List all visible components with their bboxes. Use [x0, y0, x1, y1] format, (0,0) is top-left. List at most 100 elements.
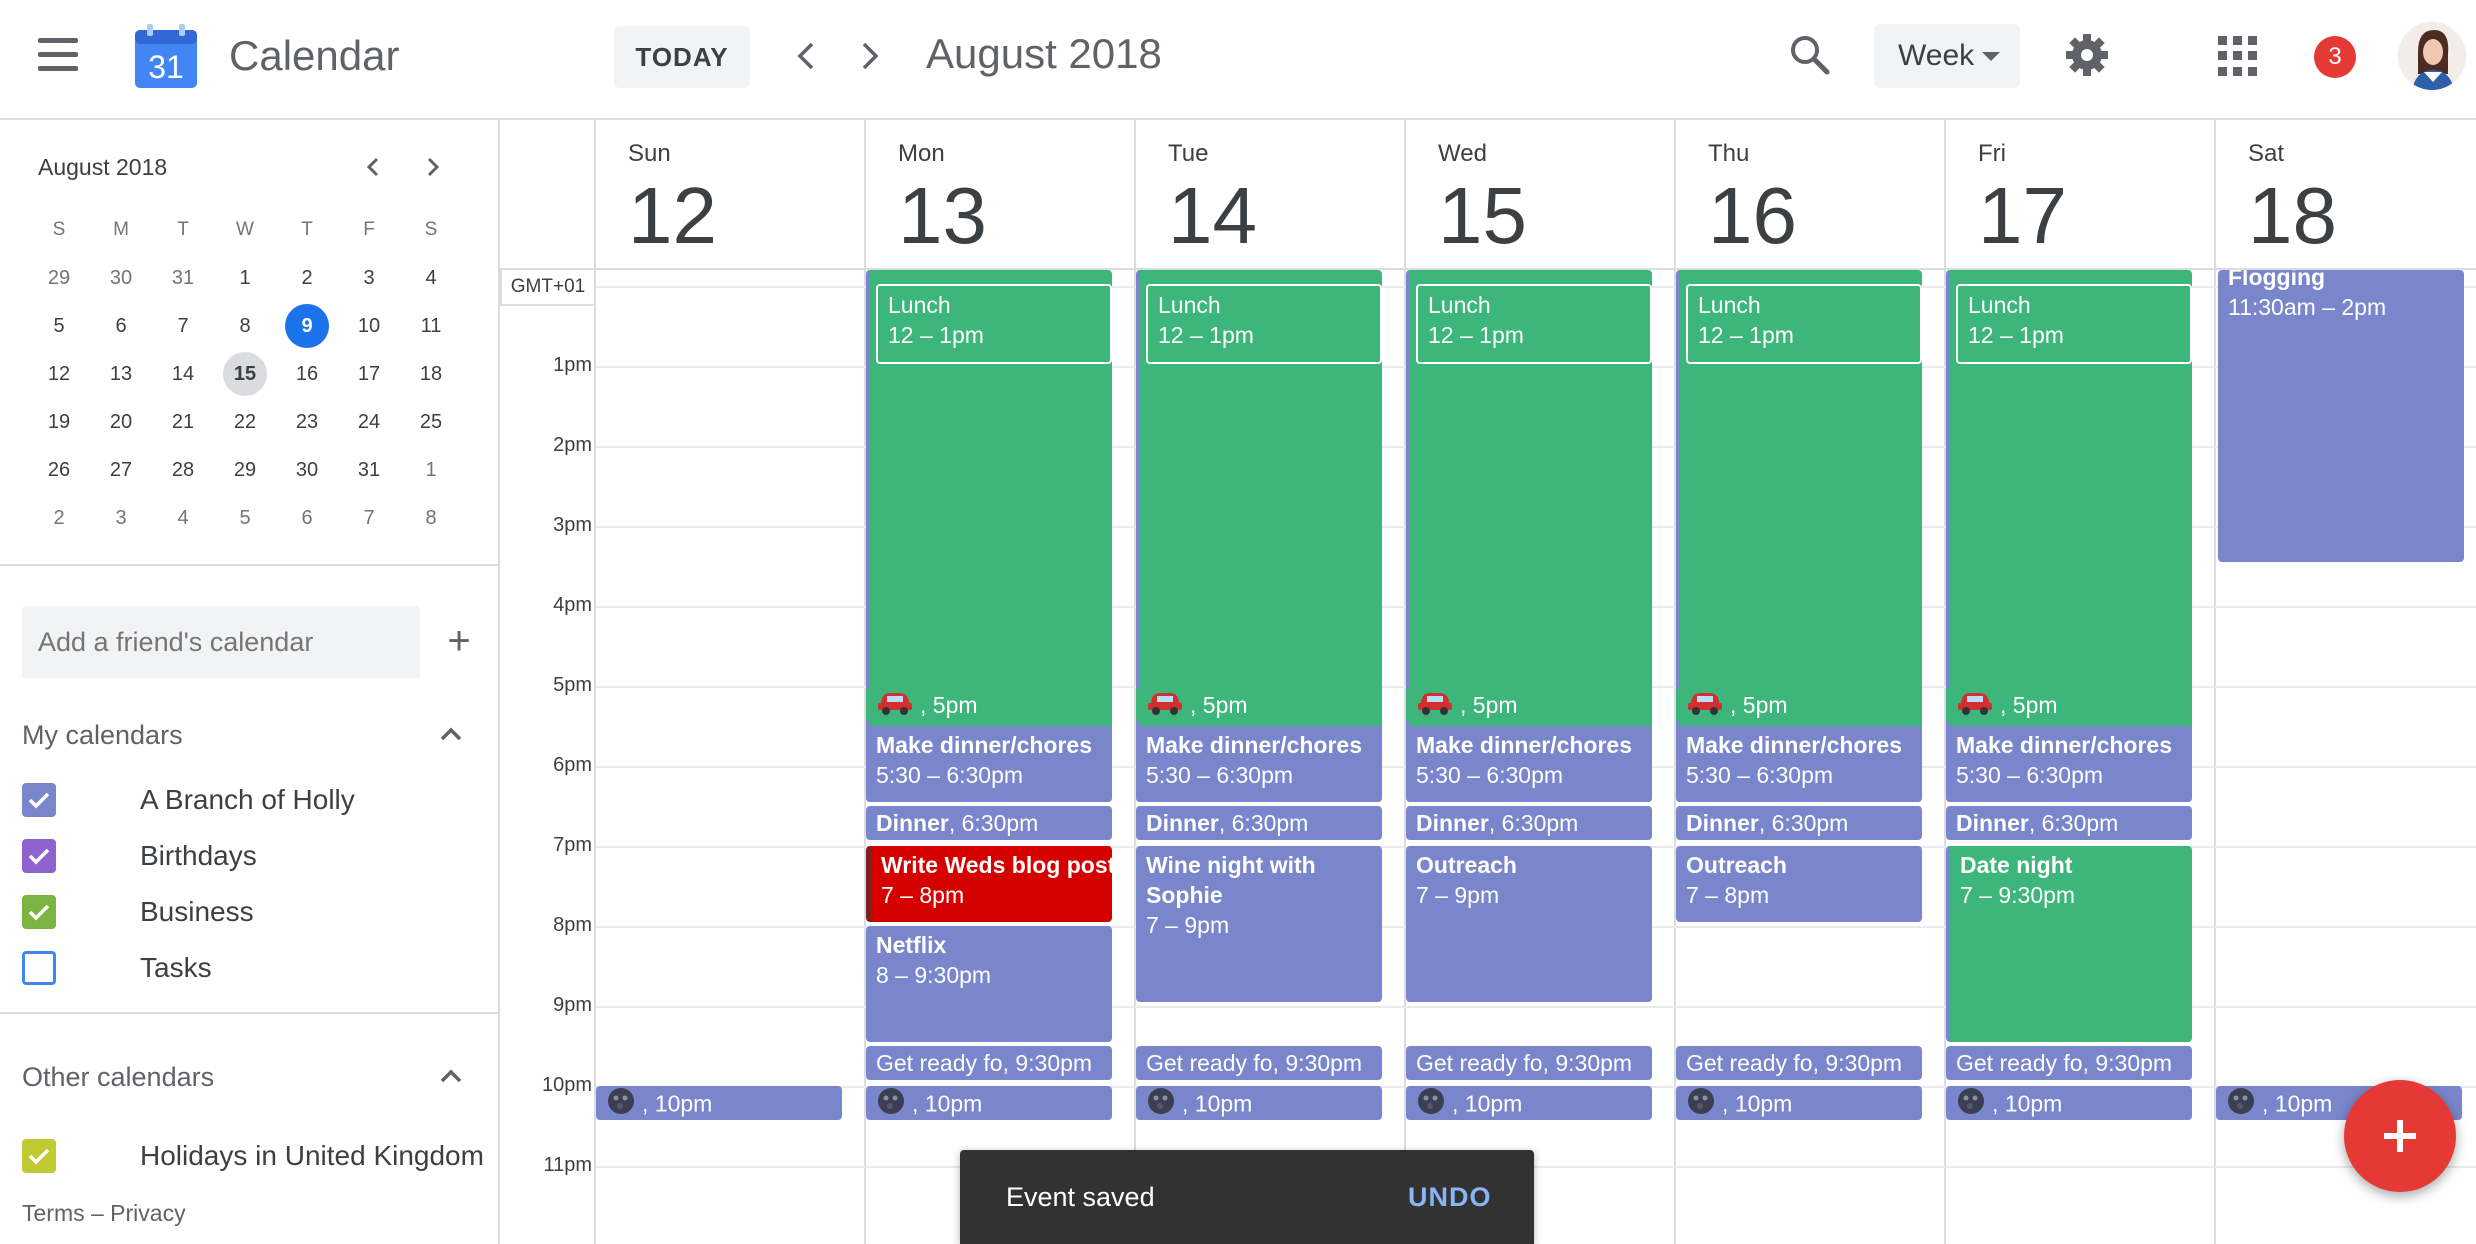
day-number[interactable]: 13 — [898, 168, 987, 264]
event-get-ready-thu[interactable]: Get ready fo, 9:30pm — [1676, 1046, 1922, 1080]
day-header-wed[interactable]: Wed 15 — [1406, 120, 1674, 268]
mini-day[interactable]: 6 — [90, 302, 152, 350]
mini-day[interactable]: 28 — [152, 446, 214, 494]
event-dinner-fri[interactable]: Dinner, 6:30pm — [1946, 806, 2192, 840]
mini-day[interactable]: 31 — [152, 254, 214, 302]
mini-prev-month-button[interactable] — [356, 150, 390, 184]
mini-day[interactable]: 2 — [276, 254, 338, 302]
mini-day[interactable]: 6 — [276, 494, 338, 542]
day-number[interactable]: 15 — [1438, 168, 1527, 264]
event-outreach-thu[interactable]: Outreach 7 – 8pm — [1676, 846, 1922, 922]
mini-day[interactable]: 29 — [28, 254, 90, 302]
event-chores-tue[interactable]: Make dinner/chores 5:30 – 6:30pm — [1136, 726, 1382, 802]
mini-day[interactable]: 22 — [214, 398, 276, 446]
create-event-button[interactable] — [2344, 1080, 2456, 1192]
mini-day-selected[interactable]: 15 — [214, 350, 276, 398]
event-chores-mon[interactable]: Make dinner/chores 5:30 – 6:30pm — [866, 726, 1112, 802]
day-header-sat[interactable]: Sat 18 — [2216, 120, 2476, 268]
mini-day[interactable]: 10 — [338, 302, 400, 350]
mini-day-today[interactable]: 9 — [276, 302, 338, 350]
main-menu-icon[interactable] — [38, 38, 86, 82]
mini-day[interactable]: 12 — [28, 350, 90, 398]
mini-day[interactable]: 5 — [28, 302, 90, 350]
mini-day[interactable]: 20 — [90, 398, 152, 446]
apps-grid-icon[interactable] — [2218, 36, 2258, 76]
mini-day[interactable]: 31 — [338, 446, 400, 494]
next-week-button[interactable] — [848, 34, 892, 78]
event-lunch-fri[interactable]: Lunch 12 – 1pm — [1956, 284, 2192, 364]
event-sleep-wed[interactable]: , 10pm — [1406, 1086, 1652, 1120]
event-chores-wed[interactable]: Make dinner/chores 5:30 – 6:30pm — [1406, 726, 1652, 802]
calendar-item-tasks[interactable]: Tasks — [22, 940, 212, 996]
undo-button[interactable]: UNDO — [1408, 1182, 1492, 1213]
search-icon[interactable] — [1785, 30, 1835, 80]
event-dinner-tue[interactable]: Dinner, 6:30pm — [1136, 806, 1382, 840]
day-number[interactable]: 18 — [2248, 168, 2337, 264]
event-get-ready-mon[interactable]: Get ready fo, 9:30pm — [866, 1046, 1112, 1080]
checkbox-checked[interactable] — [22, 1139, 56, 1173]
day-header-tue[interactable]: Tue 14 — [1136, 120, 1404, 268]
mini-day[interactable]: 3 — [338, 254, 400, 302]
mini-day[interactable]: 19 — [28, 398, 90, 446]
checkbox-unchecked[interactable] — [22, 951, 56, 985]
event-chores-fri[interactable]: Make dinner/chores 5:30 – 6:30pm — [1946, 726, 2192, 802]
mini-day[interactable]: 7 — [152, 302, 214, 350]
mini-day[interactable]: 29 — [214, 446, 276, 494]
event-drive-fri[interactable]: , 5pm — [1946, 688, 2192, 722]
event-lunch-thu[interactable]: Lunch 12 – 1pm — [1686, 284, 1922, 364]
event-get-ready-tue[interactable]: Get ready fo, 9:30pm — [1136, 1046, 1382, 1080]
event-sleep-tue[interactable]: , 10pm — [1136, 1086, 1382, 1120]
mini-day[interactable]: 7 — [338, 494, 400, 542]
mini-day[interactable]: 11 — [400, 302, 462, 350]
view-selector[interactable]: Week — [1874, 24, 2020, 88]
day-number[interactable]: 17 — [1978, 168, 2067, 264]
event-drive-wed[interactable]: , 5pm — [1406, 688, 1652, 722]
mini-day[interactable]: 8 — [214, 302, 276, 350]
mini-day[interactable]: 26 — [28, 446, 90, 494]
collapse-my-calendars-chevron-up-icon[interactable] — [434, 717, 468, 751]
checkbox-checked[interactable] — [22, 839, 56, 873]
mini-day[interactable]: 30 — [276, 446, 338, 494]
event-dinner-mon[interactable]: Dinner, 6:30pm — [866, 806, 1112, 840]
event-sleep-mon[interactable]: , 10pm — [866, 1086, 1112, 1120]
mini-day[interactable]: 21 — [152, 398, 214, 446]
event-get-ready-wed[interactable]: Get ready fo, 9:30pm — [1406, 1046, 1652, 1080]
event-blog-post-mon[interactable]: Write Weds blog post 7 – 8pm — [866, 846, 1112, 922]
settings-gear-icon[interactable] — [2062, 30, 2112, 80]
event-saturday-morning[interactable]: Flogging 11:30am – 2pm — [2218, 270, 2464, 562]
mini-day[interactable]: 27 — [90, 446, 152, 494]
event-sleep-thu[interactable]: , 10pm — [1676, 1086, 1922, 1120]
day-header-mon[interactable]: Mon 13 — [866, 120, 1134, 268]
day-header-fri[interactable]: Fri 17 — [1946, 120, 2214, 268]
mini-day[interactable]: 24 — [338, 398, 400, 446]
event-date-night-fri[interactable]: Date night 7 – 9:30pm — [1946, 846, 2192, 1042]
calendar-item-business[interactable]: Business — [22, 884, 254, 940]
mini-day[interactable]: 25 — [400, 398, 462, 446]
mini-day[interactable]: 5 — [214, 494, 276, 542]
other-calendars-title[interactable]: Other calendars — [22, 1062, 214, 1093]
checkbox-checked[interactable] — [22, 895, 56, 929]
event-dinner-thu[interactable]: Dinner, 6:30pm — [1676, 806, 1922, 840]
mini-day[interactable]: 1 — [400, 446, 462, 494]
calendar-item-a-branch-of-holly[interactable]: A Branch of Holly — [22, 772, 355, 828]
event-lunch-wed[interactable]: Lunch 12 – 1pm — [1416, 284, 1652, 364]
event-dinner-wed[interactable]: Dinner, 6:30pm — [1406, 806, 1652, 840]
calendar-item-holidays-uk[interactable]: Holidays in United Kingdom — [22, 1128, 484, 1184]
add-calendar-plus-icon[interactable]: + — [434, 616, 484, 666]
event-lunch-mon[interactable]: Lunch 12 – 1pm — [876, 284, 1112, 364]
mini-day[interactable]: 30 — [90, 254, 152, 302]
day-header-thu[interactable]: Thu 16 — [1676, 120, 1944, 268]
mini-day[interactable]: 4 — [400, 254, 462, 302]
day-number[interactable]: 16 — [1708, 168, 1797, 264]
previous-week-button[interactable] — [784, 34, 828, 78]
event-sleep-fri[interactable]: , 10pm — [1946, 1086, 2192, 1120]
event-drive-mon[interactable]: , 5pm — [866, 688, 1112, 722]
mini-day[interactable]: 17 — [338, 350, 400, 398]
collapse-other-calendars-chevron-up-icon[interactable] — [434, 1059, 468, 1093]
event-outreach-wed[interactable]: Outreach 7 – 9pm — [1406, 846, 1652, 1002]
event-wine-night-tue[interactable]: Wine night with Sophie 7 – 9pm — [1136, 846, 1382, 1002]
day-number[interactable]: 12 — [628, 168, 717, 264]
event-netflix-mon[interactable]: Netflix 8 – 9:30pm — [866, 926, 1112, 1042]
day-header-sun[interactable]: Sun 12 — [596, 120, 864, 268]
mini-day[interactable]: 8 — [400, 494, 462, 542]
